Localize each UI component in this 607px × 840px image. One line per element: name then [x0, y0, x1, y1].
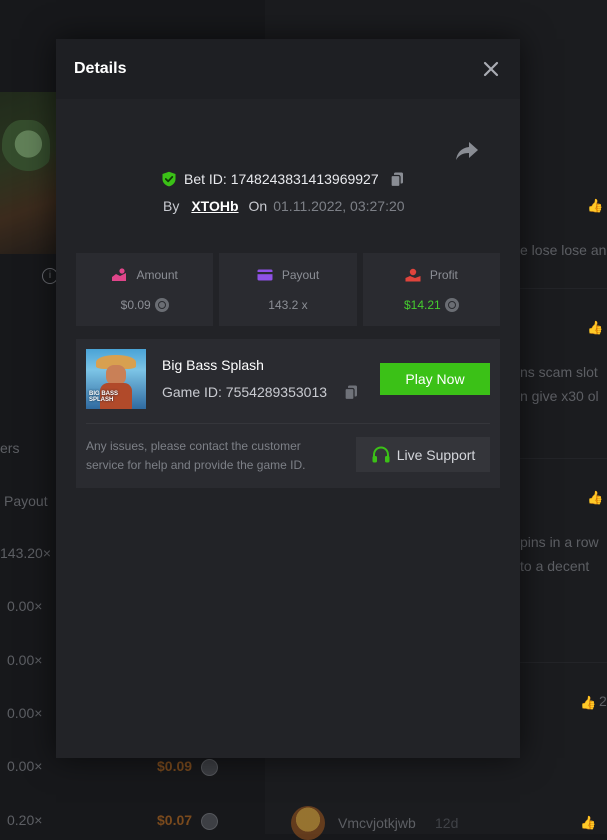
bg-payout: 143.20×: [0, 545, 51, 561]
game-card: BIG BASS SPLASH Big Bass Splash Game ID:…: [76, 339, 500, 488]
bg-payout: 0.00×: [7, 652, 43, 668]
share-icon: [456, 142, 478, 160]
thumbs-up-icon: 👍: [587, 320, 604, 335]
bg-like-count: 2: [599, 693, 607, 709]
stat-profit: Profit $14.21: [362, 253, 500, 326]
bet-owner-row: By XTOHb On 01.11.2022, 03:27:20: [163, 198, 405, 214]
bg-column-label: ers: [0, 440, 20, 456]
game-name: Big Bass Splash: [162, 357, 264, 373]
bg-comment: to a decent: [520, 558, 590, 574]
game-thumbnail-logo: BIG BASS SPLASH: [89, 391, 119, 403]
coin-icon: [201, 759, 218, 776]
amount-icon: [112, 268, 127, 281]
stat-value: 143.2 x: [268, 298, 308, 312]
bet-stats: Amount $0.09 Payout 143.2 x Profit $14.2…: [76, 253, 500, 326]
stat-payout: Payout 143.2 x: [219, 253, 357, 326]
coin-icon: [154, 298, 169, 312]
bg-payout: 0.00×: [7, 758, 43, 774]
bg-comment: n give x30 ol: [520, 388, 599, 404]
live-support-button[interactable]: Live Support: [356, 437, 490, 472]
bg-amount: $0.09: [157, 758, 193, 774]
on-label: On: [248, 198, 268, 214]
bg-amount: $0.07: [157, 812, 193, 828]
bg-timestamp: 12d: [435, 815, 459, 831]
close-button[interactable]: [480, 58, 502, 80]
modal-title: Details: [74, 60, 127, 77]
bg-payout: 0.00×: [7, 598, 43, 614]
stat-label: Payout: [281, 268, 320, 282]
bg-username: Vmcvjotkjwb: [338, 815, 416, 831]
thumbs-up-icon: 👍: [587, 490, 604, 505]
bg-comment: pins in a row: [520, 534, 599, 550]
thumbs-up-icon: 👍: [580, 815, 597, 830]
bet-id-value: 1748243831413969927: [230, 171, 379, 187]
stat-amount: Amount $0.09: [76, 253, 214, 326]
game-id-label: Game ID:: [162, 384, 222, 400]
by-label: By: [163, 198, 180, 214]
thumbs-up-icon: 👍: [587, 198, 604, 213]
username-link[interactable]: XTOHb: [191, 198, 238, 214]
bet-datetime: 01.11.2022, 03:27:20: [273, 198, 405, 214]
stat-value: $14.21: [403, 298, 441, 312]
bet-details-modal: Details Bet ID: 1748243831413969927 By XT…: [56, 39, 520, 758]
live-support-label: Live Support: [396, 446, 476, 463]
game-id-row: Game ID: 7554289353013: [162, 384, 359, 401]
coin-icon: [201, 813, 218, 830]
coin-icon: [444, 298, 459, 312]
stat-label: Amount: [136, 268, 178, 282]
background-game-thumbnail: [0, 92, 57, 254]
copy-bet-id-button[interactable]: [389, 171, 405, 188]
game-thumbnail[interactable]: BIG BASS SPLASH: [86, 349, 146, 409]
stat-value: $0.09: [120, 298, 151, 312]
modal-header: Details: [56, 39, 520, 99]
share-button[interactable]: [454, 139, 480, 163]
profit-icon: [405, 268, 421, 282]
avatar: [291, 806, 325, 840]
bg-payout: 0.20×: [7, 812, 43, 828]
close-icon: [483, 61, 499, 77]
thumbs-up-icon: 👍: [580, 695, 597, 710]
copy-icon: [389, 172, 403, 188]
divider: [86, 423, 490, 424]
bet-id-label: Bet ID:: [184, 171, 227, 187]
game-id-value: 7554289353013: [225, 384, 328, 400]
verified-shield-icon: [162, 171, 176, 187]
bg-column-label: Payout: [4, 493, 48, 509]
copy-icon: [344, 385, 358, 401]
stat-label: Profit: [429, 268, 458, 282]
bg-comment: ns scam slot: [520, 364, 598, 380]
bg-payout: 0.00×: [7, 705, 43, 721]
bg-comment: e lose lose an: [520, 242, 607, 258]
bet-id-row: Bet ID: 1748243831413969927: [161, 169, 405, 189]
play-now-button[interactable]: Play Now: [380, 363, 490, 395]
copy-game-id-button[interactable]: [343, 384, 359, 401]
card-icon: [257, 269, 273, 281]
headset-icon: [372, 445, 390, 462]
support-note: Any issues, please contact the customer …: [86, 439, 306, 472]
